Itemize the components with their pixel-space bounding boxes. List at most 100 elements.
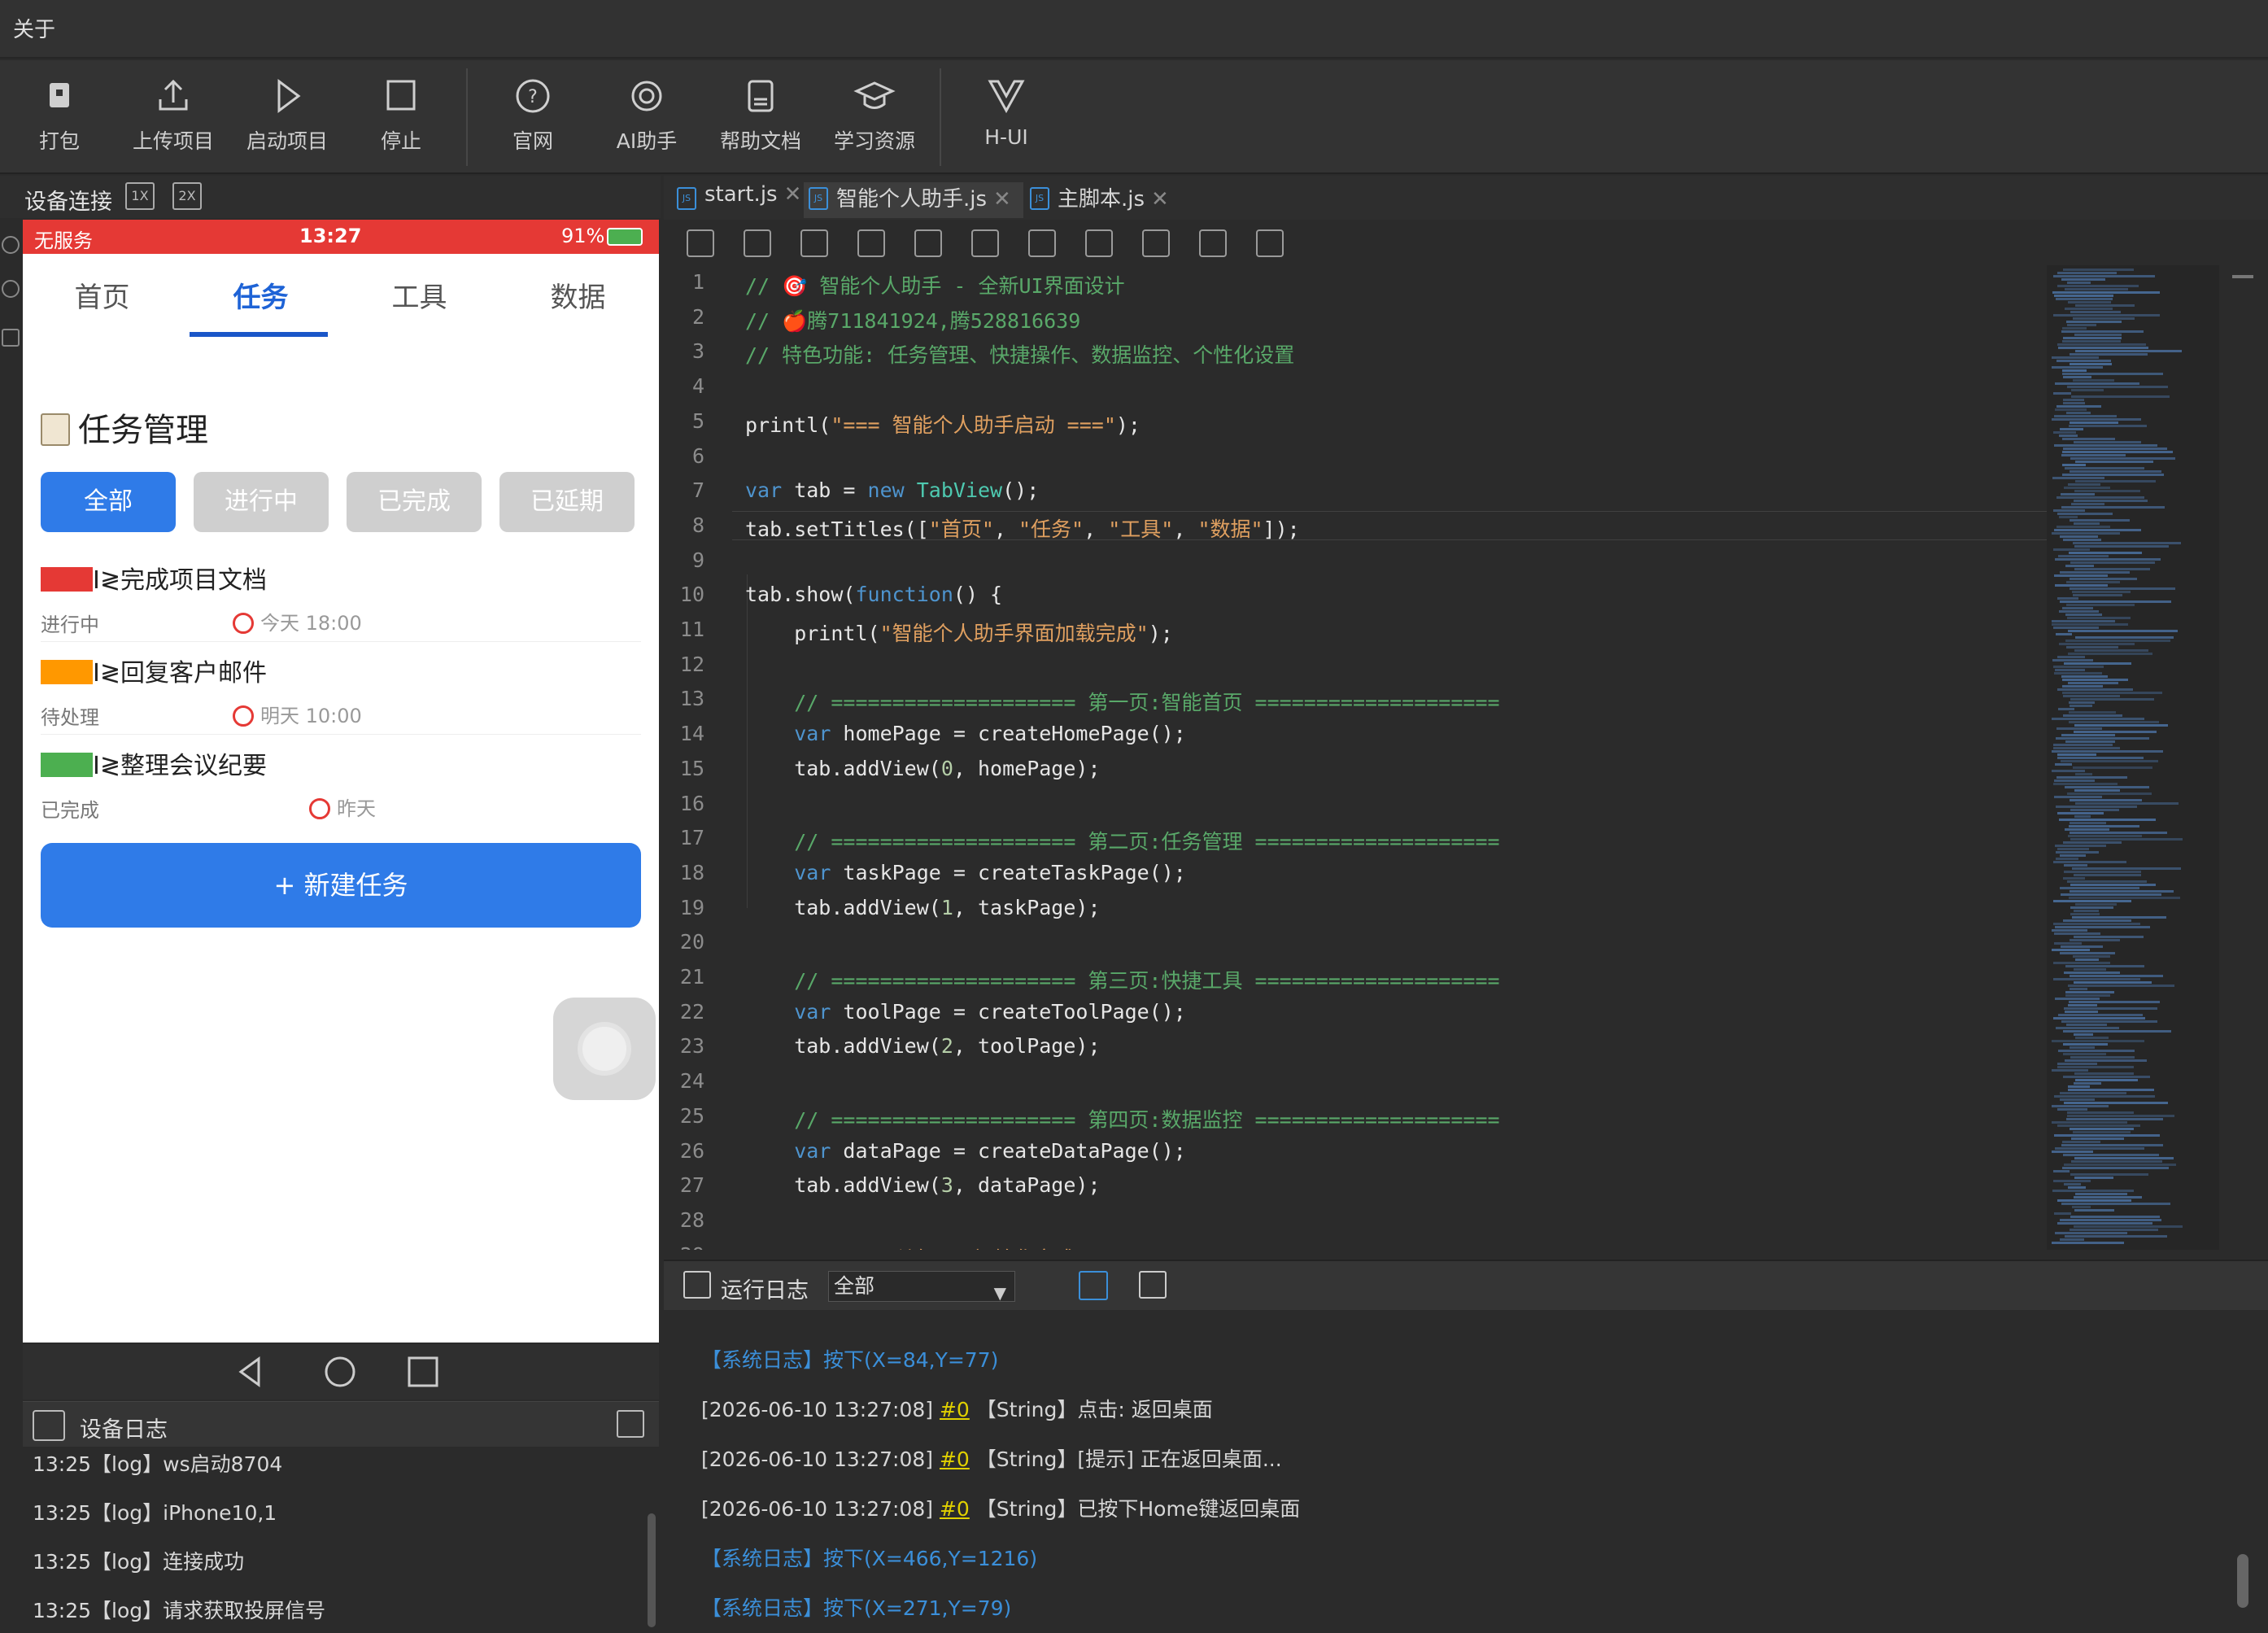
device-connect-label[interactable]: 设备连接 — [24, 184, 112, 216]
tab-assistant-js[interactable]: JS 智能个人助手.js ✕ — [804, 182, 1023, 218]
clipboard-tool-icon[interactable] — [1256, 229, 1284, 257]
h-ui-button[interactable]: H-UI — [953, 75, 1059, 164]
code-line: var tab = new TabView(); — [745, 478, 1040, 503]
indent-icon[interactable] — [971, 229, 999, 257]
task-item[interactable]: I≷整理会议纪要 — [41, 745, 267, 781]
tab-tasks[interactable]: 任务 — [181, 275, 340, 315]
minimap-line — [2060, 1092, 2126, 1094]
recents-icon[interactable] — [407, 1356, 439, 1388]
tab-home[interactable]: 首页 — [23, 275, 181, 315]
minimap-line — [2073, 1131, 2131, 1133]
task-item[interactable]: I≷完成项目文档 — [41, 560, 267, 596]
code-line: // ==================== 第三页:快捷工具 =======… — [745, 969, 1500, 993]
minimap-line — [2061, 330, 2144, 333]
code-minimap[interactable] — [2047, 265, 2219, 1250]
tab-data[interactable]: 数据 — [499, 275, 657, 315]
run-log-scrollbar[interactable] — [2237, 1554, 2248, 1608]
new-file-icon[interactable] — [687, 229, 714, 257]
learning-resources-button[interactable]: 学习资源 — [822, 75, 927, 164]
log-filter-select[interactable]: 全部 ▼ — [828, 1271, 1015, 1303]
minimap-line — [2054, 1134, 2160, 1137]
filter-delayed-button[interactable]: 已延期 — [499, 472, 635, 532]
upload-project-button[interactable]: 上传项目 — [120, 75, 226, 164]
minimap-line — [2070, 470, 2161, 473]
undo-icon[interactable] — [857, 229, 885, 257]
minimap-line — [2063, 695, 2120, 697]
minimap-line — [2063, 877, 2085, 880]
flask-icon[interactable] — [1142, 229, 1170, 257]
code-line: tab.setTitles(["首页", "任务", "工具", "数据"]); — [745, 517, 1300, 541]
minimap-line — [2053, 431, 2076, 434]
scroll-thumb[interactable] — [2232, 275, 2253, 278]
popout-icon[interactable] — [617, 1410, 644, 1438]
code-editor[interactable]: 1 // 🎯 智能个人助手 - 全新UI界面设计 2 // 🍎腾711841924,腾… — [664, 265, 2047, 1250]
palette-icon[interactable] — [2, 280, 20, 298]
run-icon[interactable] — [1085, 229, 1113, 257]
minimap-line — [2052, 1069, 2088, 1072]
tab-main-script-js[interactable]: JS 主脚本.js ✕ — [1025, 182, 1171, 218]
log-tag-link[interactable]: #0 — [940, 1497, 970, 1521]
minimap-line — [2061, 493, 2095, 496]
device-log-scrollbar[interactable] — [648, 1513, 656, 1627]
popout-icon[interactable] — [1139, 1271, 1167, 1299]
broom-clear-icon[interactable] — [1079, 1271, 1108, 1300]
line-number: 27 — [679, 1173, 704, 1198]
package-button[interactable]: 打包 — [7, 75, 112, 164]
editor-scrollbar[interactable] — [2229, 265, 2268, 1250]
home-icon[interactable] — [324, 1356, 356, 1388]
floating-assistive-button[interactable] — [553, 998, 656, 1100]
minimap-line — [2058, 347, 2148, 349]
minimap-line — [2060, 854, 2086, 857]
print-icon[interactable] — [744, 229, 771, 257]
minimap-line — [2065, 1059, 2147, 1062]
official-site-button[interactable]: ? 官网 — [480, 75, 586, 164]
tab-start-js[interactable]: JS start.js ✕ — [672, 182, 802, 218]
minimap-line — [2063, 448, 2167, 450]
run-log-line: [2026-06-10 13:27:08] #0 【String】点击: 返回桌… — [701, 1398, 1213, 1421]
outdent-icon[interactable] — [914, 229, 942, 257]
filter-all-button[interactable]: 全部 — [41, 472, 176, 532]
help-docs-button[interactable]: 帮助文档 — [708, 75, 813, 164]
minimap-line — [2057, 597, 2078, 600]
vue-logo-icon — [988, 80, 1025, 114]
minimap-line — [2054, 672, 2102, 675]
minimap-line — [2074, 1072, 2134, 1075]
format-icon[interactable] — [1028, 229, 1056, 257]
minimap-line — [2053, 923, 2140, 925]
minimap-line — [2058, 1014, 2143, 1016]
log-tag-link[interactable]: #0 — [940, 1398, 970, 1421]
tab-tools[interactable]: 工具 — [340, 275, 499, 315]
close-icon[interactable]: ✕ — [784, 182, 802, 207]
scale-2x-button[interactable]: 2X — [172, 182, 202, 210]
comment-icon[interactable] — [800, 229, 828, 257]
variable-icon[interactable] — [1199, 229, 1227, 257]
minimap-line — [2065, 288, 2128, 290]
log-tag-link[interactable]: #0 — [940, 1447, 970, 1471]
minimap-line — [2061, 760, 2158, 762]
back-icon[interactable] — [234, 1356, 267, 1388]
close-icon[interactable]: ✕ — [993, 187, 1011, 212]
task-item[interactable]: I≷回复客户邮件 — [41, 653, 267, 688]
minimap-line — [2070, 421, 2118, 424]
minimap-line — [2062, 438, 2115, 440]
start-project-button[interactable]: 启动项目 — [234, 75, 340, 164]
run-log-title: 运行日志 — [721, 1278, 809, 1303]
run-log-line: 【系统日志】按下(X=84,Y=77) — [701, 1348, 999, 1372]
close-icon[interactable]: ✕ — [1151, 187, 1169, 212]
minimap-line — [2069, 552, 2142, 554]
line-number: 21 — [679, 965, 704, 989]
filter-completed-button[interactable]: 已完成 — [347, 472, 482, 532]
minimap-line — [2074, 545, 2169, 548]
filter-in-progress-button[interactable]: 进行中 — [194, 472, 329, 532]
menu-about[interactable]: 关于 — [13, 13, 55, 43]
minimap-line — [2055, 998, 2100, 1000]
ai-assistant-button[interactable]: AI助手 — [594, 75, 700, 164]
new-task-button[interactable]: + 新建任务 — [41, 843, 641, 928]
stop-button[interactable]: 停止 — [348, 75, 454, 164]
minimap-line — [2070, 975, 2163, 977]
minimap-line — [2053, 1180, 2091, 1182]
grid-icon[interactable] — [2, 329, 20, 347]
scale-1x-button[interactable]: 1X — [125, 182, 155, 210]
line-number: 15 — [679, 756, 704, 780]
link-icon[interactable] — [2, 236, 20, 254]
